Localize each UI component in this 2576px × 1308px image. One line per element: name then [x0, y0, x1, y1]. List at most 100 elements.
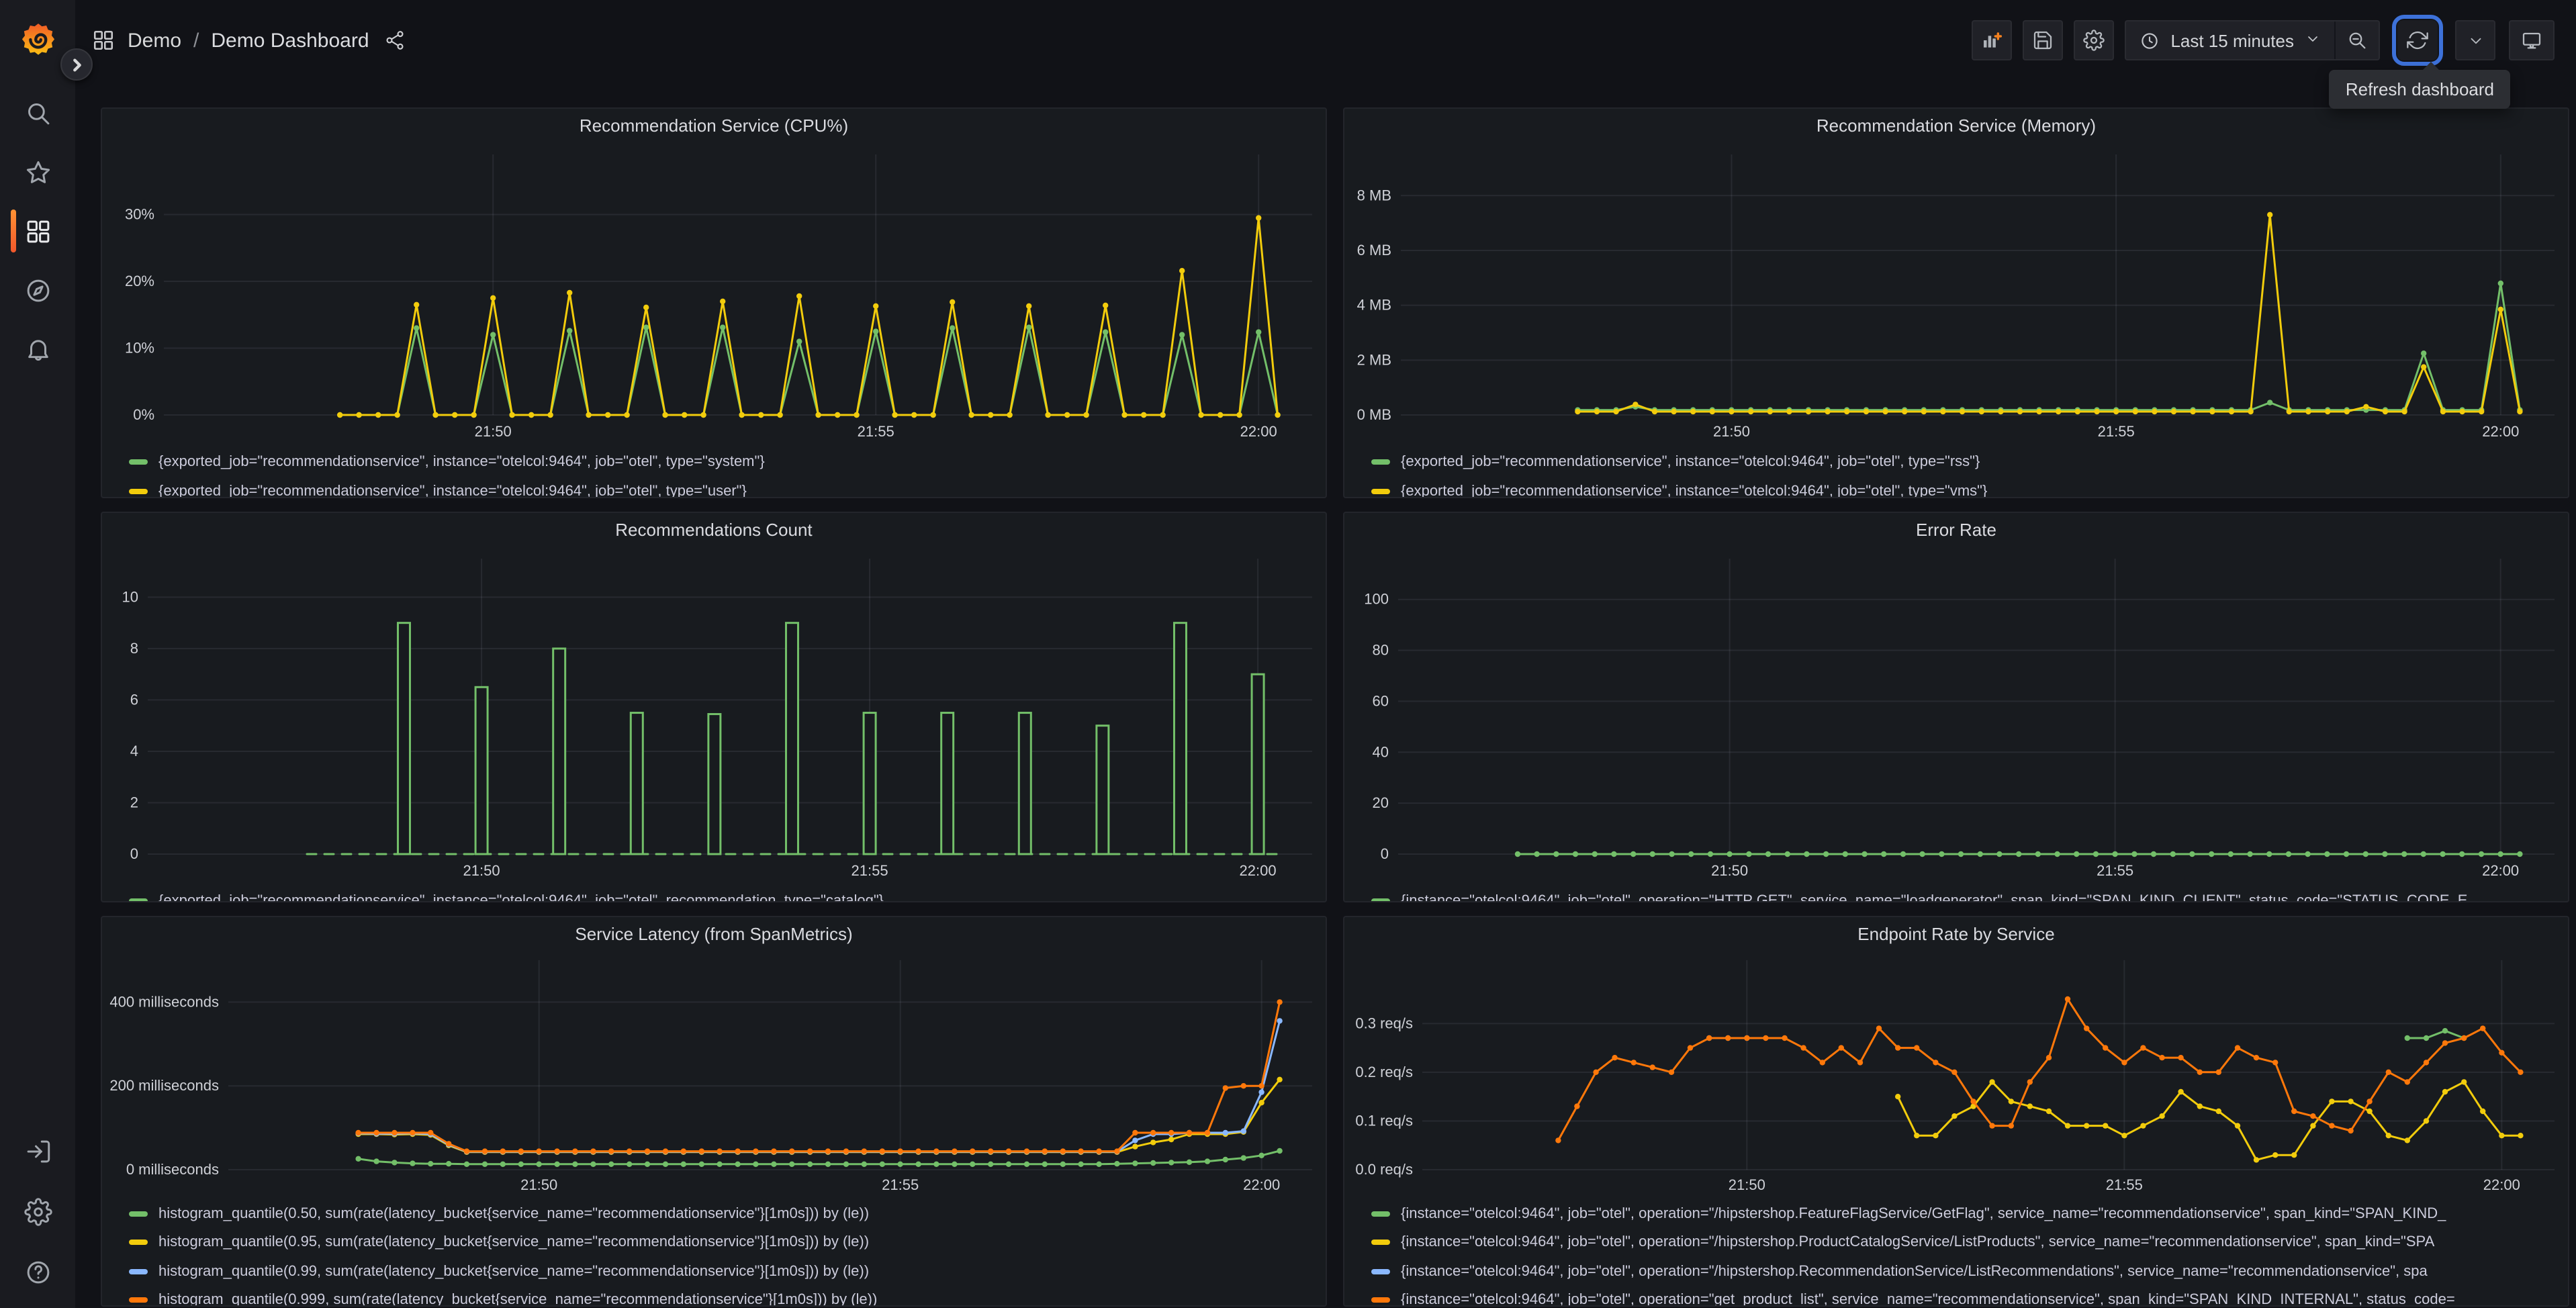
panel-title[interactable]: Recommendation Service (Memory) [1344, 109, 2568, 144]
svg-text:10: 10 [122, 588, 138, 605]
panel-legend: {exported_job="recommendationservice", i… [129, 886, 1318, 901]
svg-text:20: 20 [1373, 794, 1389, 811]
legend-item[interactable]: {exported_job="recommendationservice", i… [129, 447, 1318, 477]
dashboard-settings-button[interactable] [2074, 20, 2115, 60]
panel-recommendation-service-cpu: Recommendation Service (CPU%) 0% 10% 20% 30… [101, 107, 1327, 498]
svg-text:22:00: 22:00 [1240, 423, 1277, 440]
panel-title[interactable]: Recommendation Service (CPU%) [102, 109, 1326, 144]
legend-item[interactable]: {exported_job="recommendationservice", i… [129, 886, 1318, 901]
svg-text:21:55: 21:55 [882, 1176, 919, 1193]
cycle-view-mode-button[interactable] [2509, 20, 2555, 60]
sidebar-item-starred[interactable] [0, 152, 75, 192]
help-icon [26, 1260, 49, 1283]
sidebar-item-sign-in[interactable] [0, 1131, 75, 1171]
legend-item[interactable]: {exported_job="recommendationservice", i… [1371, 477, 2560, 497]
time-picker-button[interactable]: Last 15 minutes [2126, 21, 2334, 59]
chart-canvas[interactable]: 0 milliseconds 200 milliseconds 400 millis… [102, 952, 1326, 1194]
svg-text:0.0 req/s: 0.0 req/s [1355, 1161, 1413, 1178]
save-icon [2034, 31, 2052, 50]
legend-item[interactable]: histogram_quantile(0.99, sum(rate(latenc… [129, 1257, 1318, 1286]
svg-text:21:55: 21:55 [2106, 1176, 2143, 1193]
sidebar-item-dashboards[interactable] [0, 209, 75, 252]
legend-swatch [1371, 1297, 1390, 1303]
refresh-dashboard-button[interactable] [2397, 20, 2438, 60]
svg-text:0: 0 [130, 845, 138, 862]
legend-swatch [129, 1268, 148, 1274]
sidebar-expand-button[interactable] [60, 48, 93, 81]
legend-label: {exported_job="recommendationservice", i… [158, 454, 765, 470]
svg-text:8: 8 [130, 640, 138, 657]
legend-item[interactable]: {instance="otelcol:9464", job="otel", op… [1371, 886, 2560, 901]
time-range-label: Last 15 minutes [2170, 30, 2294, 50]
chart-canvas[interactable]: 0% 10% 20% 30% 21:50 21:55 22:00 [102, 144, 1326, 445]
chart-canvas[interactable]: 0.0 req/s 0.1 req/s 0.2 req/s 0.3 req/s 21:5… [1344, 952, 2568, 1194]
legend-swatch [1371, 1211, 1390, 1217]
svg-text:22:00: 22:00 [2482, 423, 2519, 440]
gear-icon [24, 1197, 52, 1225]
legend-swatch [129, 1240, 148, 1246]
panel-legend: {exported_job="recommendationservice", i… [129, 447, 1318, 498]
panel-legend: {instance="otelcol:9464", job="otel", op… [1371, 886, 2560, 901]
grafana-logo[interactable] [19, 21, 56, 58]
panel-title[interactable]: Error Rate [1344, 513, 2568, 548]
legend-item[interactable]: histogram_quantile(0.999, sum(rate(laten… [129, 1286, 1318, 1305]
panel-title[interactable]: Endpoint Rate by Service [1344, 917, 2568, 952]
sidebar-item-search[interactable] [0, 93, 75, 133]
legend-item[interactable]: {exported_job="recommendationservice", i… [1371, 447, 2560, 477]
chart-canvas[interactable]: 0 MB 2 MB 4 MB 6 MB 8 MB 21:50 21:55 22:00 [1344, 144, 2568, 445]
sidebar-nav-bottom [0, 1131, 75, 1292]
svg-text:60: 60 [1373, 692, 1389, 709]
legend-swatch [1371, 1240, 1390, 1246]
svg-text:0%: 0% [133, 406, 154, 423]
chevron-down-icon [2308, 36, 2317, 41]
sidebar-item-alerting[interactable] [0, 329, 75, 369]
legend-item[interactable]: {instance="otelcol:9464", job="otel", op… [1371, 1286, 2560, 1305]
legend-item[interactable]: {instance="otelcol:9464", job="otel", op… [1371, 1228, 2560, 1257]
svg-text:20%: 20% [125, 273, 154, 289]
breadcrumb-folder[interactable]: Demo [128, 29, 181, 52]
add-panel-button[interactable] [1972, 20, 2013, 60]
panel-recommendation-service-memory: Recommendation Service (Memory) 0 MB 2 MB… [1343, 107, 2569, 498]
monitor-icon [2522, 32, 2541, 49]
share-icon [385, 31, 404, 50]
svg-text:21:50: 21:50 [1729, 1176, 1765, 1193]
panel-title[interactable]: Recommendations Count [102, 513, 1326, 548]
legend-swatch [1371, 898, 1390, 901]
svg-text:40: 40 [1373, 743, 1389, 760]
breadcrumb-separator: / [193, 29, 199, 52]
legend-item[interactable]: {exported_job="recommendationservice", i… [129, 477, 1318, 498]
chart-canvas[interactable]: 0 20 40 60 80 100 21:50 21:55 22:00 [1344, 548, 2568, 884]
svg-text:21:50: 21:50 [1713, 423, 1750, 440]
panel-recommendations-count: Recommendations Count 0 2 4 6 8 10 21:50 21:55 2… [101, 512, 1327, 902]
svg-text:22:00: 22:00 [2483, 1176, 2520, 1193]
svg-text:22:00: 22:00 [1243, 1176, 1280, 1193]
bell-icon [28, 339, 48, 361]
chart-canvas[interactable]: 0 2 4 6 8 10 21:50 21:55 22:00 [102, 548, 1326, 884]
refresh-interval-dropdown[interactable] [2455, 20, 2495, 60]
svg-text:0 MB: 0 MB [1357, 406, 1391, 423]
sidebar-item-explore[interactable] [0, 270, 75, 310]
zoom-out-time-range-button[interactable] [2336, 21, 2379, 59]
legend-item[interactable]: {instance="otelcol:9464", job="otel", op… [1371, 1199, 2560, 1228]
save-dashboard-button[interactable] [2023, 20, 2064, 60]
search-icon [28, 103, 49, 124]
svg-text:200 milliseconds: 200 milliseconds [109, 1077, 219, 1094]
legend-item[interactable]: histogram_quantile(0.50, sum(rate(latenc… [129, 1199, 1318, 1228]
sidebar-item-help[interactable] [0, 1252, 75, 1292]
panel-legend: {exported_job="recommendationservice", i… [1371, 447, 2560, 497]
sidebar-item-configuration[interactable] [0, 1191, 75, 1231]
star-icon [26, 160, 50, 183]
panel-title[interactable]: Service Latency (from SpanMetrics) [102, 917, 1326, 952]
breadcrumb-dashboard-title[interactable]: Demo Dashboard [211, 29, 369, 52]
svg-text:6: 6 [130, 691, 138, 708]
refresh-icon [2407, 31, 2428, 50]
legend-item[interactable]: {instance="otelcol:9464", job="otel", op… [1371, 1257, 2560, 1286]
svg-text:0: 0 [1381, 845, 1389, 862]
legend-label: {exported_job="recommendationservice", i… [158, 483, 747, 498]
legend-item[interactable]: histogram_quantile(0.95, sum(rate(latenc… [129, 1228, 1318, 1257]
legend-label: histogram_quantile(0.95, sum(rate(latenc… [158, 1234, 870, 1251]
svg-text:80: 80 [1373, 642, 1389, 659]
tooltip-label: Refresh dashboard [2345, 79, 2494, 99]
share-dashboard-button[interactable] [384, 30, 406, 51]
svg-text:30%: 30% [125, 206, 154, 223]
